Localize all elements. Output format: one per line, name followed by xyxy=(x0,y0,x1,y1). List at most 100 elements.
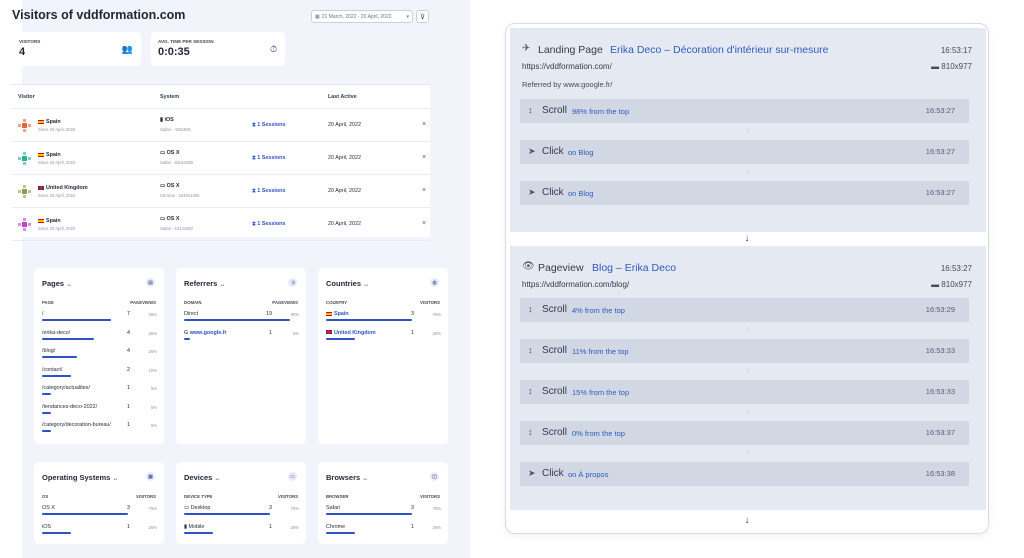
item-label: Safari xyxy=(326,505,341,511)
expand-icon[interactable]: ↔ xyxy=(219,282,225,288)
item-label: Spain xyxy=(326,311,349,317)
item-count: 1 xyxy=(411,329,414,336)
panel-col-1: OS xyxy=(42,494,49,499)
item-label: /tendances-deco-2022/ xyxy=(42,403,98,410)
item-count: 4 xyxy=(127,348,130,354)
table-row[interactable]: Spain Since 20 April, 2022 ▭ OS X Safari… xyxy=(12,142,430,175)
event-type: Scroll xyxy=(542,427,568,438)
delete-icon[interactable]: × xyxy=(422,220,426,227)
screen-resolution: ▬ 810x977 xyxy=(931,280,972,289)
visitor-avatar xyxy=(18,218,31,231)
event-row[interactable]: ➤ Click on Blog 16:53:27 xyxy=(520,181,969,205)
item-bar xyxy=(42,356,77,358)
item-bar xyxy=(42,411,52,414)
list-item[interactable]: /category/actualites/ 1 5% xyxy=(42,383,157,401)
event-detail: 4% from the top xyxy=(572,306,625,315)
visitor-os: ▭ OS X xyxy=(160,183,180,189)
visitor-os: ▮ iOS xyxy=(160,117,174,123)
eye-icon: 👁 xyxy=(522,261,535,272)
delete-icon[interactable]: × xyxy=(422,187,426,194)
list-item[interactable]: /category/decoration-bureau/ 1 5% xyxy=(42,420,157,438)
item-count: 1 xyxy=(269,523,272,530)
sessions-link[interactable]: ⧗ 1 Sessions xyxy=(252,221,285,228)
flag-icon xyxy=(38,218,44,223)
visitor-browser: Safari - 810x1080 xyxy=(160,160,194,165)
sessions-link[interactable]: ⧗ 1 Sessions xyxy=(252,122,285,129)
page-title-link[interactable]: Erika Deco – Décoration d'intérieur sur-… xyxy=(610,44,829,56)
visitor-avatar xyxy=(18,152,31,165)
date-range-picker[interactable]: ▦ 21 March, 2022 - 20 April, 2022 ▾ xyxy=(311,10,413,23)
event-row[interactable]: ↕ Scroll 0% from the top 16:53:37 xyxy=(520,421,969,445)
item-label: ▭ Desktop xyxy=(184,505,211,511)
list-item[interactable]: ▮ Mobile 1 25% xyxy=(184,522,299,540)
table-row[interactable]: Spain Since 20 April, 2022 ▭ OS X Safari… xyxy=(12,208,430,241)
list-item[interactable]: /blog/ 4 25% xyxy=(42,346,157,364)
screen-icon: ▬ xyxy=(931,280,940,289)
list-item[interactable]: / 7 25% xyxy=(42,309,157,327)
event-type: Click xyxy=(542,146,564,157)
expand-icon[interactable]: ↔ xyxy=(363,282,369,288)
expand-icon[interactable]: ↔ xyxy=(362,476,368,482)
panel-col-1: COUNTRY xyxy=(326,300,348,305)
list-item[interactable]: OS X 3 75% xyxy=(42,503,157,521)
expand-icon[interactable]: ↔ xyxy=(112,476,118,482)
hourglass-icon: ⧗ xyxy=(252,188,256,194)
event-row[interactable]: ↕ Scroll 11% from the top 16:53:33 xyxy=(520,339,969,363)
event-row[interactable]: ↕ Scroll 98% from the top 16:53:27 xyxy=(520,99,969,123)
session-type: Pageview xyxy=(538,262,584,274)
list-item[interactable]: /tendances-deco-2022/ 1 5% xyxy=(42,402,157,420)
list-item[interactable]: Safari 3 75% xyxy=(326,503,441,521)
expand-icon[interactable]: ↔ xyxy=(214,476,220,482)
event-row[interactable]: ↕ Scroll 4% from the top 16:53:29 xyxy=(520,298,969,322)
list-item[interactable]: ▭ Desktop 3 75% xyxy=(184,503,299,521)
monitor-icon: ▭ xyxy=(184,505,190,511)
item-percent: 5% xyxy=(150,386,157,391)
shuffle-icon: ⤨ xyxy=(288,278,297,287)
event-row[interactable]: ➤ Click on À propos 16:53:38 xyxy=(520,462,969,486)
list-item[interactable]: Direct 19 95% xyxy=(184,309,299,327)
item-percent: 5% xyxy=(150,404,157,410)
flag-icon xyxy=(326,311,332,316)
sessions-link[interactable]: ⧗ 1 Sessions xyxy=(252,188,285,195)
table-row[interactable]: United Kingdom Since 20 April, 2022 ▭ OS… xyxy=(12,175,430,208)
delete-icon[interactable]: × xyxy=(422,154,426,161)
item-label: ▮ Mobile xyxy=(184,523,205,530)
item-percent: 75% xyxy=(290,506,299,511)
item-percent: 5% xyxy=(292,330,299,336)
panel-col-1: PAGE xyxy=(42,300,54,305)
item-percent: 25% xyxy=(290,524,299,530)
panel-col-2: VISITORS xyxy=(420,494,440,499)
item-percent: 25% xyxy=(148,330,157,336)
hourglass-icon: ⧗ xyxy=(252,122,256,128)
event-detail: 0% from the top xyxy=(572,429,625,438)
list-item[interactable]: iOS 1 25% xyxy=(42,522,157,540)
sessions-link[interactable]: ⧗ 1 Sessions xyxy=(252,155,285,162)
item-percent: 75% xyxy=(432,312,441,317)
event-type: Click xyxy=(542,468,564,479)
table-row[interactable]: Spain Since 20 April, 2022 ▮ iOS Safari … xyxy=(12,109,430,142)
item-bar xyxy=(184,337,190,340)
list-item[interactable]: Chrome 1 25% xyxy=(326,522,441,540)
panel-title: Operating Systems ↔ xyxy=(42,473,119,482)
event-row[interactable]: ➤ Click on Blog 16:53:27 xyxy=(520,140,969,164)
stat-value: 4 xyxy=(19,46,26,58)
item-label: / xyxy=(42,311,44,317)
panel-col-1: DEVICE TYPE xyxy=(184,494,213,499)
arrow-down-icon: ↓ xyxy=(746,408,750,415)
arrow-down-icon: ↓ xyxy=(746,168,750,175)
list-item[interactable]: United Kingdom 1 25% xyxy=(326,328,441,346)
date-range-text: 21 March, 2022 - 20 April, 2022 xyxy=(321,13,392,20)
list-item[interactable]: /erika-deco/ 4 25% xyxy=(42,328,157,346)
visitor-since: Since 20 April, 2022 xyxy=(38,226,76,231)
list-item[interactable]: Spain 3 75% xyxy=(326,309,441,327)
list-item[interactable]: G www.google.fr 1 5% xyxy=(184,328,299,346)
event-row[interactable]: ↕ Scroll 15% from the top 16:53:33 xyxy=(520,380,969,404)
filter-button[interactable]: ⊽ xyxy=(416,10,429,23)
list-item[interactable]: /contact/ 2 10% xyxy=(42,365,157,383)
item-bar xyxy=(326,337,355,340)
arrow-down-icon: ↓ xyxy=(746,127,750,134)
delete-icon[interactable]: × xyxy=(422,121,426,128)
expand-icon[interactable]: ↔ xyxy=(66,282,72,288)
google-icon: G xyxy=(184,329,189,336)
page-title-link[interactable]: Blog – Erika Deco xyxy=(592,262,676,274)
